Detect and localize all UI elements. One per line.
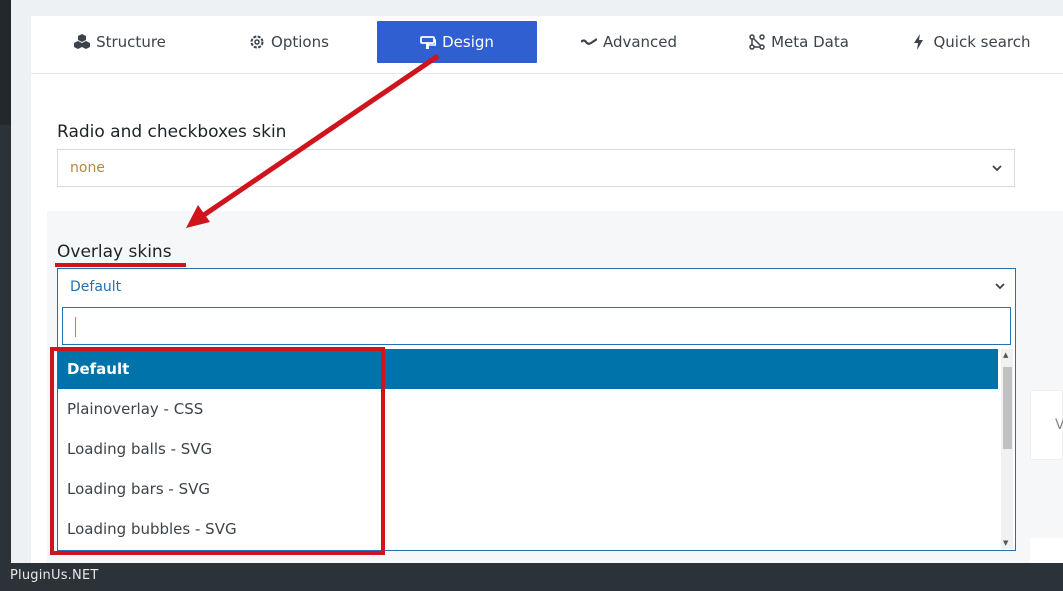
side-card-lower: [1030, 538, 1063, 563]
nodes-icon: [749, 34, 765, 50]
annotation-underline: [55, 263, 186, 267]
tab-label: Meta Data: [771, 33, 849, 51]
admin-sidebar-edge-top: [0, 0, 11, 125]
tab-bar: Structure Options Design Advanced Meta D…: [31, 16, 1063, 74]
chevron-down-icon: [992, 165, 1002, 172]
dropdown-search-input[interactable]: [62, 307, 1011, 345]
side-card: V: [1030, 390, 1063, 460]
footer-bar: PluginUs.NET: [0, 563, 1063, 591]
wave-icon: [580, 38, 597, 45]
radio-skin-value: none: [70, 160, 105, 176]
side-card-text: V: [1055, 417, 1063, 433]
dropdown-scrollbar[interactable]: ▲ ▼: [1001, 349, 1013, 549]
scroll-up-icon[interactable]: ▲: [1003, 351, 1008, 359]
cubes-icon: [74, 34, 91, 49]
tab-label: Advanced: [602, 33, 678, 51]
radio-skin-label: Radio and checkboxes skin: [57, 122, 287, 142]
tab-label: Options: [271, 33, 329, 51]
tab-meta-data[interactable]: Meta Data: [745, 21, 853, 63]
tab-label: Structure: [96, 33, 166, 51]
tab-advanced[interactable]: Advanced: [575, 21, 683, 63]
annotation-highlight-box: [50, 347, 385, 555]
tab-design[interactable]: Design: [377, 21, 537, 63]
tab-options[interactable]: Options: [239, 21, 339, 63]
footer-text: PluginUs.NET: [10, 568, 99, 583]
scroll-down-icon[interactable]: ▼: [1003, 539, 1008, 547]
paint-icon: [420, 36, 437, 49]
bolt-icon: [914, 34, 924, 50]
overlay-skins-value: Default: [70, 279, 122, 295]
chevron-down-icon: [995, 283, 1005, 290]
scroll-thumb[interactable]: [1003, 367, 1012, 449]
tab-label: Quick search: [933, 33, 1031, 51]
gear-icon: [250, 35, 264, 49]
tab-label: Design: [442, 33, 494, 51]
tab-quick-search[interactable]: Quick search: [909, 21, 1033, 63]
text-caret: [75, 317, 76, 337]
overlay-skins-label: Overlay skins: [57, 242, 172, 262]
tab-structure[interactable]: Structure: [65, 21, 175, 63]
radio-skin-select[interactable]: none: [57, 149, 1015, 187]
